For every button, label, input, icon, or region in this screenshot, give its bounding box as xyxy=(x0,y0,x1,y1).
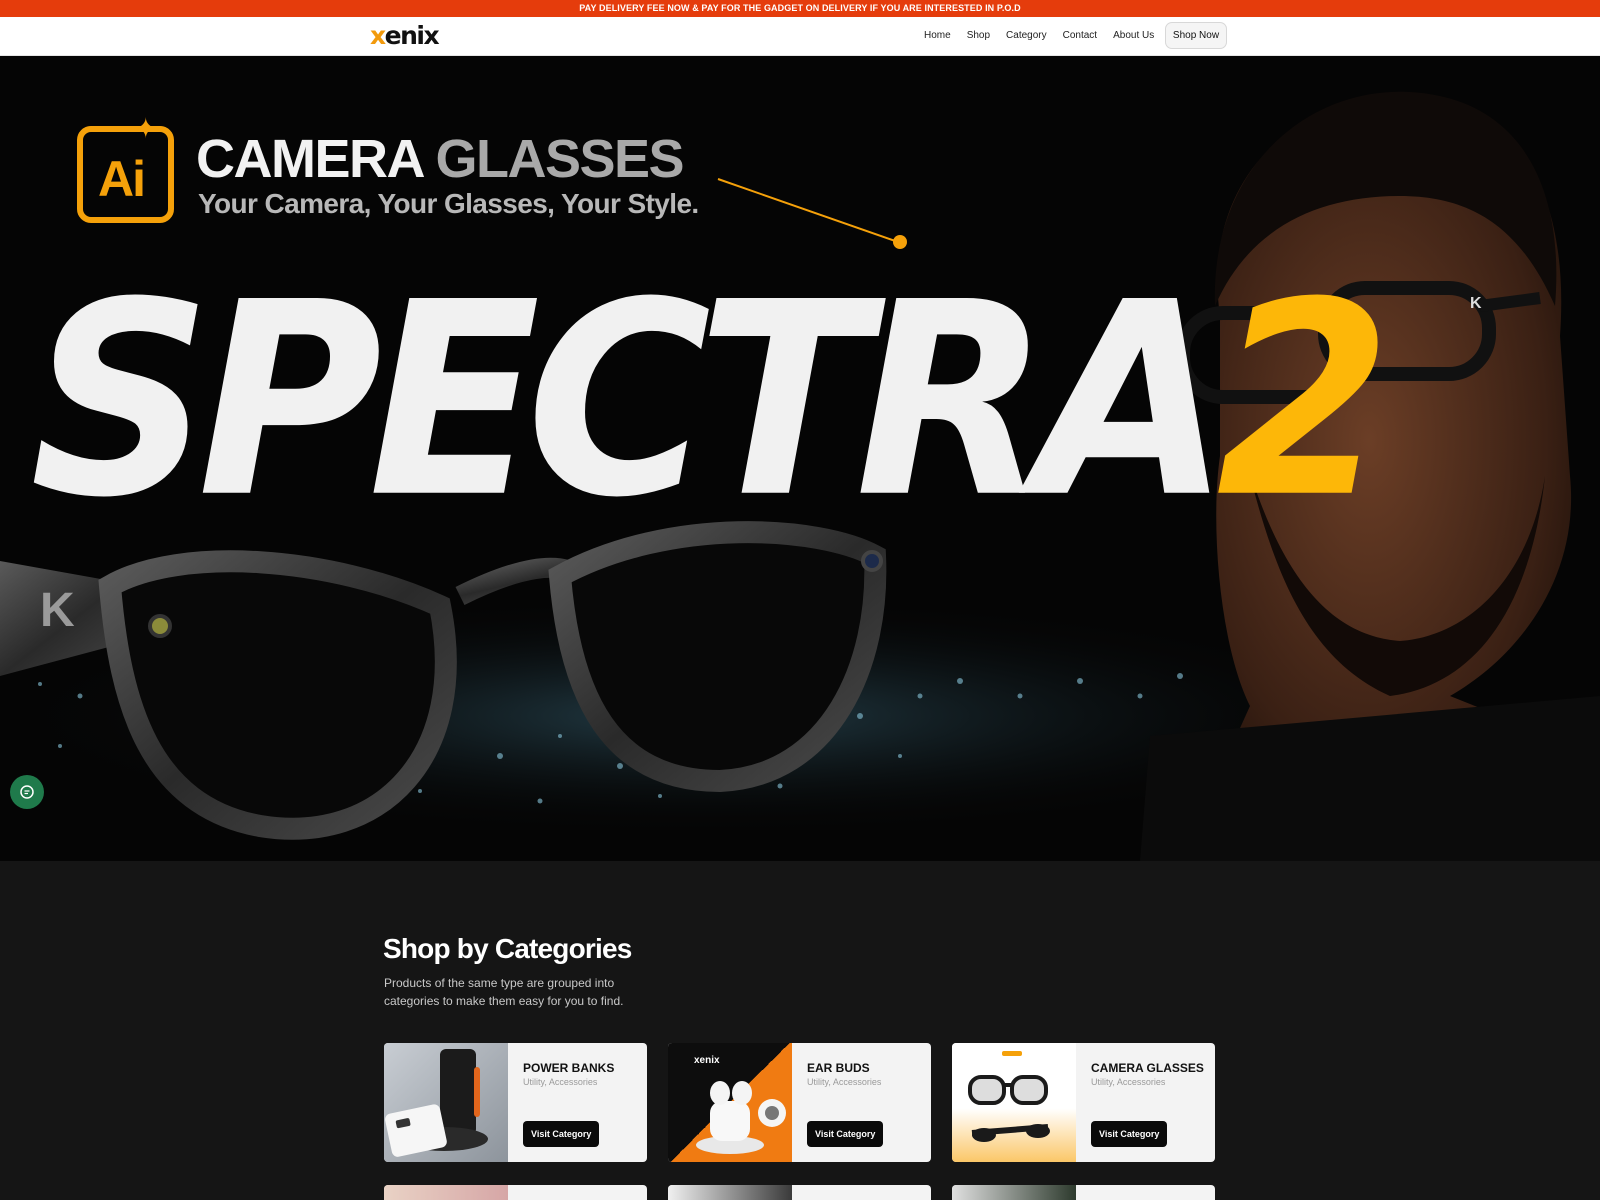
visit-category-button[interactable]: Visit Category xyxy=(807,1121,884,1147)
section-title: Shop by Categories xyxy=(383,933,632,964)
chat-bubble-icon xyxy=(20,785,34,799)
sparkle-icon: ✦ xyxy=(134,113,158,144)
logo-accent-letter: x xyxy=(370,21,386,50)
product-name: SPECTRA xyxy=(30,245,1230,557)
card-subtitle: Utility, Accessories xyxy=(807,1077,882,1087)
nav-link-contact[interactable]: Contact xyxy=(1063,30,1097,41)
card-subtitle: Utility, Accessories xyxy=(523,1077,598,1087)
card-title: CAMERA GLASSES xyxy=(1091,1061,1204,1075)
card-subtitle: Utility, Accessories xyxy=(1091,1077,1166,1087)
hero-title-part1: CAMERA xyxy=(196,129,423,189)
ai-badge-icon: Ai xyxy=(77,126,174,223)
shop-now-button[interactable]: Shop Now xyxy=(1165,22,1227,49)
hero-title: CAMERA GLASSES xyxy=(196,128,685,190)
ear-buds-image: xenix xyxy=(668,1043,792,1162)
hero-banner: K K Ai ✦ CAMERA GLASSES Your Camera, You… xyxy=(0,56,1600,861)
category-card-partial[interactable] xyxy=(384,1185,647,1200)
card-title: EAR BUDS xyxy=(807,1061,870,1075)
card-title: POWER BANKS xyxy=(523,1061,615,1075)
card-image-partial xyxy=(952,1185,1076,1200)
category-card-partial[interactable] xyxy=(668,1185,931,1200)
svg-text:K: K xyxy=(40,584,75,637)
hero-tagline: Your Camera, Your Glasses, Your Style. xyxy=(198,188,699,219)
nav-link-category[interactable]: Category xyxy=(1006,30,1047,41)
nav-link-about-us[interactable]: About Us xyxy=(1113,30,1154,41)
section-description: Products of the same type are grouped in… xyxy=(384,976,624,1008)
callout-line xyxy=(717,178,899,243)
navbar: xenix Home Shop Category Contact About U… xyxy=(0,17,1600,56)
category-card-partial[interactable] xyxy=(952,1185,1215,1200)
nav-link-home[interactable]: Home xyxy=(924,30,951,41)
categories-section: Shop by Categories Products of the same … xyxy=(0,861,1600,1200)
visit-category-button[interactable]: Visit Category xyxy=(523,1121,600,1147)
camera-glasses-image xyxy=(952,1043,1076,1162)
card-image-partial xyxy=(384,1185,508,1200)
category-card-power-banks[interactable]: POWER BANKS Utility, Accessories Visit C… xyxy=(384,1043,647,1162)
announcement-bar: PAY DELIVERY FEE NOW & PAY FOR THE GADGE… xyxy=(0,0,1600,17)
power-bank-image xyxy=(384,1043,508,1162)
svg-text:xenix: xenix xyxy=(694,1055,720,1066)
brand-logo[interactable]: xenix xyxy=(370,21,440,50)
nav-link-shop[interactable]: Shop xyxy=(967,30,990,41)
hero-title-part2: GLASSES xyxy=(435,129,685,189)
category-card-ear-buds[interactable]: xenix EAR BUDS Utility, Accessories Visi… xyxy=(668,1043,931,1162)
svg-text:K: K xyxy=(1470,295,1482,312)
ai-badge-label: Ai xyxy=(98,151,146,207)
visit-category-button[interactable]: Visit Category xyxy=(1091,1121,1168,1147)
logo-text: enix xyxy=(384,21,440,50)
chat-widget-button[interactable] xyxy=(10,775,44,809)
nav-links: Home Shop Category Contact About Us xyxy=(924,30,1154,41)
announcement-text: PAY DELIVERY FEE NOW & PAY FOR THE GADGE… xyxy=(579,3,1021,13)
product-number: 2 xyxy=(1216,245,1391,557)
product-name-headline: SPECTRA2 xyxy=(30,267,1392,535)
card-image-partial xyxy=(668,1185,792,1200)
category-card-camera-glasses[interactable]: CAMERA GLASSES Utility, Accessories Visi… xyxy=(952,1043,1215,1162)
